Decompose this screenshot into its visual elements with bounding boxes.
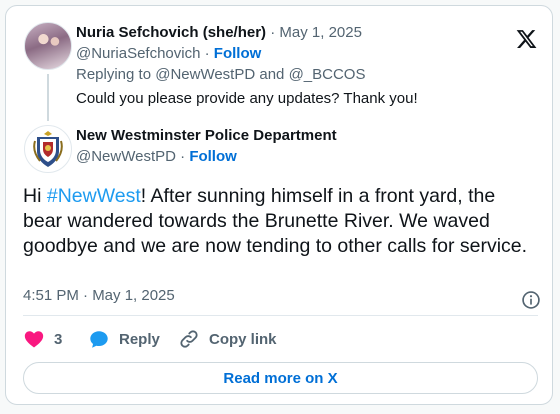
tweet-handle[interactable]: @NewWestPD: [76, 148, 176, 165]
reply-author-name[interactable]: Nuria Sefchovich (she/her): [76, 24, 266, 41]
reply-date-separator: ·: [270, 24, 276, 41]
reply-handle-row: @NuriaSefchovich · Follow: [76, 44, 261, 64]
reply-follow-link[interactable]: Follow: [214, 45, 262, 62]
tweet-text: Hi #NewWest! After sunning himself in a …: [23, 184, 538, 259]
reply-header: Nuria Sefchovich (she/her) · May 1, 2025: [76, 23, 362, 43]
reply-button[interactable]: Reply: [88, 328, 160, 350]
reply-date[interactable]: May 1, 2025: [279, 24, 362, 41]
tweet-handle-row: @NewWestPD · Follow: [76, 147, 237, 167]
avatar-newwestpd[interactable]: [24, 125, 72, 173]
reply-text: Could you please provide any updates? Th…: [76, 90, 418, 107]
tweet-timestamp[interactable]: 4:51 PM · May 1, 2025: [23, 286, 175, 306]
info-icon[interactable]: [521, 290, 541, 310]
replying-to-mention-2[interactable]: @_BCCOS: [289, 66, 366, 83]
replying-to-prefix: Replying to: [76, 66, 152, 83]
reply-handle-separator: ·: [204, 45, 210, 62]
like-count: 3: [54, 330, 63, 348]
x-logo-icon[interactable]: [515, 28, 538, 50]
police-crest-icon: [33, 131, 63, 167]
replying-to-line: Replying to @NewWestPD and @_BCCOS: [76, 65, 365, 85]
reply-label: Reply: [119, 330, 160, 348]
reply-bubble-icon: [90, 331, 108, 348]
replying-to-mention-1[interactable]: @NewWestPD: [155, 66, 255, 83]
replying-to-and: and: [259, 66, 285, 83]
read-more-button[interactable]: Read more on X: [23, 362, 538, 394]
tweet-text-before: Hi: [23, 185, 47, 207]
reply-handle[interactable]: @NuriaSefchovich: [76, 45, 200, 62]
like-button[interactable]: 3: [23, 328, 62, 350]
tweet-handle-separator: ·: [180, 148, 186, 165]
actions-divider: [23, 315, 538, 316]
tweet-author-name[interactable]: New Westminster Police Department: [76, 126, 337, 146]
heart-icon: [24, 331, 44, 348]
copy-link-button[interactable]: Copy link: [178, 328, 277, 350]
thread-connector-line: [47, 74, 49, 121]
link-icon: [180, 330, 198, 348]
tweet-follow-link[interactable]: Follow: [189, 148, 237, 165]
embedded-tweet-card: Nuria Sefchovich (she/her) · May 1, 2025…: [5, 5, 553, 405]
hashtag-link[interactable]: #NewWest: [47, 185, 141, 207]
avatar-nuria[interactable]: [24, 22, 72, 70]
copy-link-label: Copy link: [209, 330, 277, 348]
